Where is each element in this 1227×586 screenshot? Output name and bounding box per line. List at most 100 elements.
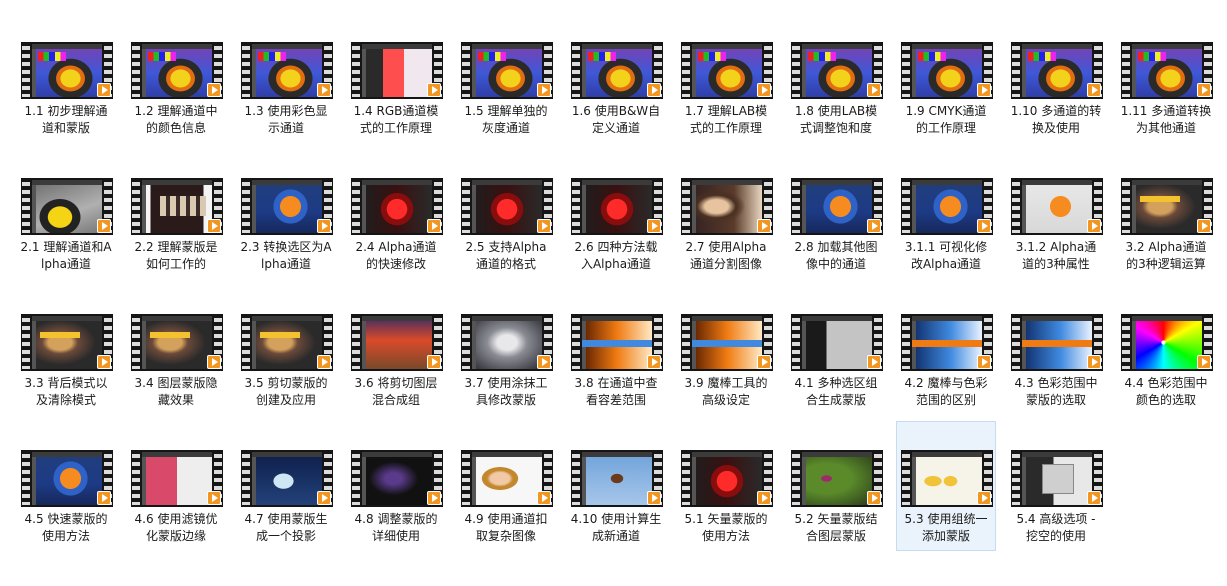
video-file-item[interactable]: 5.3 使用组统一添加蒙版 — [896, 421, 996, 551]
file-name-label: 1.7 理解LAB模式的工作原理 — [684, 104, 768, 135]
video-file-item[interactable]: 3.6 将剪切图层混合成组 — [346, 285, 446, 415]
video-file-item[interactable]: 2.1 理解通道和Alpha通道 — [16, 149, 116, 279]
play-icon — [317, 491, 331, 505]
video-file-item[interactable]: 5.4 高级选项 - 挖空的使用 — [1006, 421, 1106, 551]
thumbnail-image — [142, 316, 212, 369]
film-strip-left — [352, 180, 360, 233]
file-grid: 1.1 初步理解通道和蒙版 1.2 理解通道中的颜色信息 1.3 使用彩色显示通道 1… — [0, 0, 1227, 586]
video-file-item[interactable]: 4.6 使用滤镜优化蒙版边缘 — [126, 421, 226, 551]
video-file-item[interactable]: 1.6 使用B&W自定义通道 — [566, 13, 666, 143]
file-name-label: 3.9 魔棒工具的高级设定 — [684, 376, 768, 407]
thumbnail-image — [1132, 44, 1202, 97]
video-file-item[interactable]: 4.2 魔棒与色彩范围的区别 — [896, 285, 996, 415]
thumbnail-image — [582, 44, 652, 97]
thumbnail-image — [912, 180, 982, 233]
video-file-item[interactable]: 4.5 快速蒙版的使用方法 — [16, 421, 116, 551]
file-name-label: 1.3 使用彩色显示通道 — [244, 104, 328, 135]
thumbnail-image — [32, 316, 102, 369]
play-icon — [207, 83, 221, 97]
video-file-item[interactable]: 1.7 理解LAB模式的工作原理 — [676, 13, 776, 143]
video-file-item[interactable]: 4.9 使用通道扣取复杂图像 — [456, 421, 556, 551]
video-file-item[interactable]: 3.2 Alpha通道的3种逻辑运算 — [1116, 149, 1216, 279]
video-file-item[interactable]: 4.7 使用蒙版生成一个投影 — [236, 421, 336, 551]
video-file-item[interactable]: 1.3 使用彩色显示通道 — [236, 13, 336, 143]
thumbnail-image — [362, 180, 432, 233]
play-icon — [757, 219, 771, 233]
video-file-item[interactable]: 4.1 多种选区组合生成蒙版 — [786, 285, 886, 415]
film-strip-left — [352, 452, 360, 505]
play-icon — [97, 219, 111, 233]
thumbnail-image — [142, 44, 212, 97]
thumbnail-image — [472, 316, 542, 369]
video-file-item[interactable]: 1.4 RGB通道模式的工作原理 — [346, 13, 446, 143]
film-strip-left — [1012, 316, 1020, 369]
play-icon — [1197, 219, 1211, 233]
video-file-item[interactable]: 3.8 在通道中查看容差范围 — [566, 285, 666, 415]
video-file-item[interactable]: 3.1.1 可视化修改Alpha通道 — [896, 149, 996, 279]
film-strip-left — [792, 44, 800, 97]
file-name-label: 2.3 转换选区为Alpha通道 — [240, 240, 332, 271]
video-thumbnail — [241, 42, 333, 99]
video-file-item[interactable]: 4.8 调整蒙版的详细使用 — [346, 421, 446, 551]
file-name-label: 5.2 矢量蒙版结合图层蒙版 — [794, 512, 878, 543]
video-thumbnail — [131, 178, 223, 235]
file-name-label: 1.5 理解单独的灰度通道 — [464, 104, 548, 135]
video-thumbnail — [1011, 314, 1103, 371]
video-file-item[interactable]: 1.10 多通道的转换及使用 — [1006, 13, 1106, 143]
video-file-item[interactable]: 4.10 使用计算生成新通道 — [566, 421, 666, 551]
video-file-item[interactable]: 2.2 理解蒙版是如何工作的 — [126, 149, 226, 279]
file-name-label: 1.11 多通道转换为其他通道 — [1120, 104, 1212, 135]
play-icon — [537, 355, 551, 369]
thumbnail-image — [912, 44, 982, 97]
video-file-item[interactable]: 3.4 图层蒙版隐藏效果 — [126, 285, 226, 415]
video-file-item[interactable]: 4.4 色彩范围中颜色的选取 — [1116, 285, 1216, 415]
file-name-label: 4.4 色彩范围中颜色的选取 — [1124, 376, 1208, 407]
video-file-item[interactable]: 3.5 剪切蒙版的创建及应用 — [236, 285, 336, 415]
video-file-item[interactable]: 2.5 支持Alpha通道的格式 — [456, 149, 556, 279]
video-file-item[interactable]: 3.3 背后模式以及清除模式 — [16, 285, 116, 415]
film-strip-left — [22, 452, 30, 505]
play-icon — [647, 83, 661, 97]
play-icon — [207, 219, 221, 233]
video-file-item[interactable]: 1.2 理解通道中的颜色信息 — [126, 13, 226, 143]
thumbnail-image — [142, 452, 212, 505]
play-icon — [757, 355, 771, 369]
video-file-item[interactable]: 1.5 理解单独的灰度通道 — [456, 13, 556, 143]
video-file-item[interactable]: 2.6 四种方法载入Alpha通道 — [566, 149, 666, 279]
file-name-label: 1.1 初步理解通道和蒙版 — [24, 104, 108, 135]
file-name-label: 3.6 将剪切图层混合成组 — [354, 376, 438, 407]
video-file-item[interactable]: 5.2 矢量蒙版结合图层蒙版 — [786, 421, 886, 551]
video-thumbnail — [791, 314, 883, 371]
video-file-item[interactable]: 3.9 魔棒工具的高级设定 — [676, 285, 776, 415]
film-strip-left — [682, 180, 690, 233]
video-file-item[interactable]: 5.1 矢量蒙版的使用方法 — [676, 421, 776, 551]
play-icon — [427, 355, 441, 369]
film-strip-left — [462, 44, 470, 97]
film-strip-left — [792, 452, 800, 505]
file-name-label: 2.5 支持Alpha通道的格式 — [465, 240, 547, 271]
film-strip-left — [572, 180, 580, 233]
video-file-item[interactable]: 3.7 使用涂抹工具修改蒙版 — [456, 285, 556, 415]
video-thumbnail — [681, 42, 773, 99]
play-icon — [317, 355, 331, 369]
video-thumbnail — [21, 450, 113, 507]
video-file-item[interactable]: 2.3 转换选区为Alpha通道 — [236, 149, 336, 279]
thumbnail-image — [142, 180, 212, 233]
file-name-label: 1.9 CMYK通道的工作原理 — [905, 104, 987, 135]
thumbnail-image — [692, 452, 762, 505]
thumbnail-image — [802, 44, 872, 97]
video-file-item[interactable]: 2.7 使用Alpha通道分割图像 — [676, 149, 776, 279]
video-file-item[interactable]: 1.8 使用LAB模式调整饱和度 — [786, 13, 886, 143]
video-file-item[interactable]: 2.8 加载其他图像中的通道 — [786, 149, 886, 279]
video-file-item[interactable]: 1.11 多通道转换为其他通道 — [1116, 13, 1216, 143]
play-icon — [1087, 219, 1101, 233]
video-file-item[interactable]: 3.1.2 Alpha通道的3种属性 — [1006, 149, 1106, 279]
thumbnail-image — [1132, 180, 1202, 233]
video-file-item[interactable]: 4.3 色彩范围中蒙版的选取 — [1006, 285, 1106, 415]
video-file-item[interactable]: 1.1 初步理解通道和蒙版 — [16, 13, 116, 143]
file-name-label: 3.4 图层蒙版隐藏效果 — [134, 376, 218, 407]
video-file-item[interactable]: 2.4 Alpha通道的快速修改 — [346, 149, 446, 279]
thumbnail-image — [912, 452, 982, 505]
video-file-item[interactable]: 1.9 CMYK通道的工作原理 — [896, 13, 996, 143]
thumbnail-image — [1022, 452, 1092, 505]
